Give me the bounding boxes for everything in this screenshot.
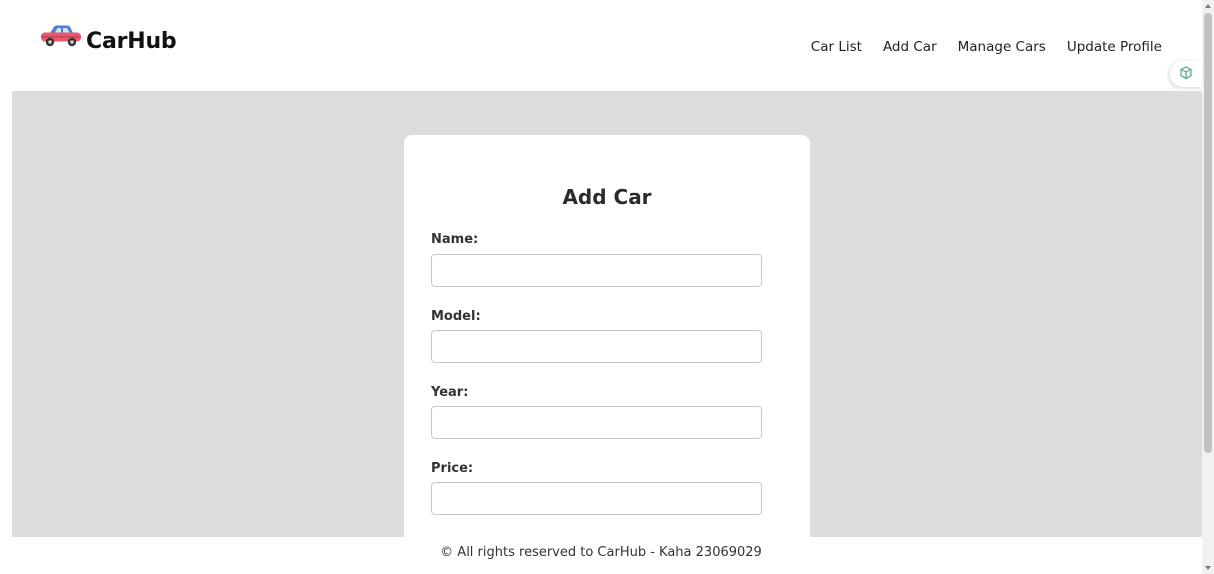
price-label: Price:: [431, 461, 474, 476]
form-title: Add Car: [562, 185, 652, 209]
site-footer: © All rights reserved to CarHub - Kaha 2…: [0, 537, 1202, 574]
model-input[interactable]: [431, 330, 762, 363]
page-scrollbar[interactable]: [1202, 0, 1214, 574]
footer-copyright: © All rights reserved to CarHub - Kaha 2…: [440, 545, 762, 560]
nav-update-profile[interactable]: Update Profile: [1067, 39, 1162, 55]
add-car-form-card: Add Car Name: Model: Year: Price:: [404, 135, 810, 537]
price-input[interactable]: [431, 482, 762, 515]
scroll-up-icon[interactable]: [1205, 4, 1211, 8]
nav-car-list[interactable]: Car List: [811, 39, 862, 55]
nav-manage-cars[interactable]: Manage Cars: [958, 39, 1046, 55]
name-input[interactable]: [431, 254, 762, 287]
year-label: Year:: [431, 385, 469, 400]
page: CarHub Car List Add Car Manage Cars Upda…: [0, 0, 1214, 574]
extension-cube-icon: [1179, 65, 1193, 84]
scroll-thumb[interactable]: [1204, 13, 1212, 453]
brand-name: CarHub: [86, 29, 177, 54]
nav-add-car[interactable]: Add Car: [883, 39, 937, 55]
name-label: Name:: [431, 232, 479, 247]
brand-logo[interactable]: CarHub: [38, 25, 177, 54]
extension-badge[interactable]: [1170, 61, 1202, 87]
main-nav: Car List Add Car Manage Cars Update Prof…: [811, 39, 1162, 55]
car-icon: [38, 24, 84, 48]
site-header: CarHub Car List Add Car Manage Cars Upda…: [0, 0, 1202, 91]
model-label: Model:: [431, 309, 481, 324]
scroll-down-icon[interactable]: [1205, 566, 1211, 570]
main-content: Add Car Name: Model: Year: Price:: [12, 91, 1202, 537]
year-input[interactable]: [431, 406, 762, 439]
